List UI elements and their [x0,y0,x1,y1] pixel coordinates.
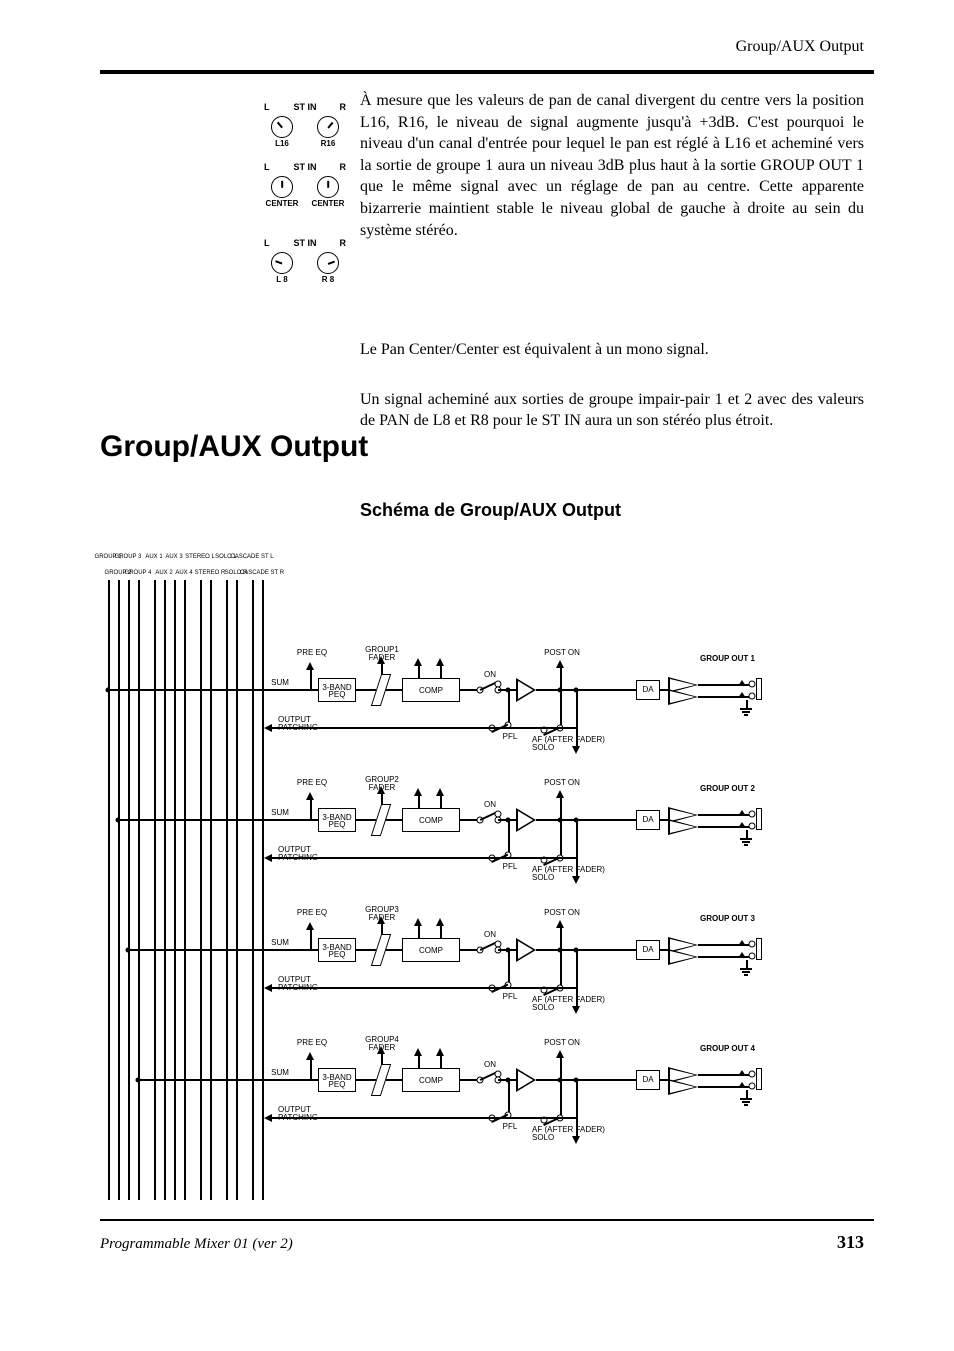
bus-label: AUX 4 [175,570,192,576]
header-rule [100,70,874,74]
bus-label: AUX 1 [145,554,162,560]
bus-label: CASCADE ST R [240,570,284,576]
block-diagram: GROUP 1GROUP 2GROUP 3GROUP 4AUX 1AUX 2AU… [100,580,870,1200]
paragraph-center-mono: Le Pan Center/Center est équivalent à un… [360,339,864,361]
section-heading: Group/AUX Output [100,430,368,464]
paragraph-gain-note: À mesure que les valeurs de pan de canal… [360,90,864,241]
bus-label: GROUP 3 [115,554,142,560]
dial-pair-center: L ST IN R CENTER CENTER [260,172,350,208]
bus-label: AUX 2 [155,570,172,576]
bus-label: STEREO R [195,570,226,576]
page-number: 313 [837,1232,864,1253]
footer-model: Programmable Mixer 01 (ver 2) [100,1236,293,1253]
body-paragraphs: À mesure que les valeurs de pan de canal… [360,90,864,446]
bus-label: GROUP 4 [125,570,152,576]
dial-pair-l16-r16: L ST IN R L16 R16 [260,112,350,148]
paragraph-narrow-stereo: Un signal acheminé aux sorties de groupe… [360,389,864,432]
page-header-title: Group/AUX Output [736,38,864,56]
footer-rule [100,1219,874,1222]
subsection-heading: Schéma de Group/AUX Output [360,500,621,521]
bus-label: CASCADE ST L [230,554,273,560]
bus-label: STEREO L [185,554,215,560]
bus-label: AUX 3 [165,554,182,560]
dial-pair-l8-r8: L ST IN R L 8 R 8 [260,248,350,284]
